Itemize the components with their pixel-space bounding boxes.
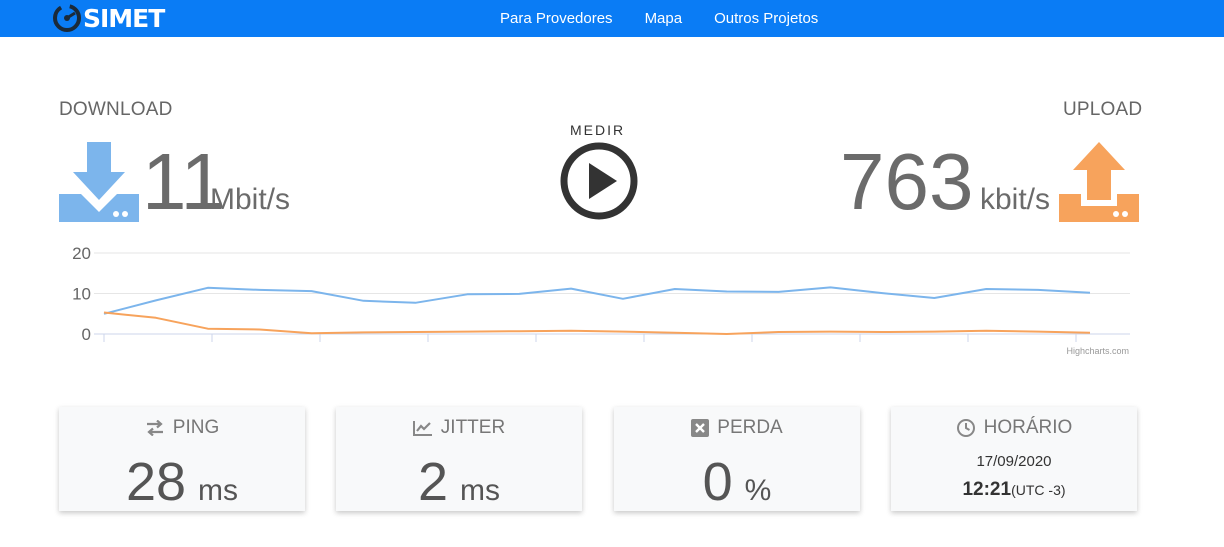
horario-label: HORÁRIO [983,417,1073,438]
y-tick-label: 20 [72,244,91,263]
y-tick-label: 10 [72,285,91,304]
jitter-value: 2 [417,452,449,512]
download-series-line [103,286,1091,315]
ping-value: 28 [125,452,187,512]
upload-unit: kbit/s [980,183,1051,216]
jitter-unit: ms [460,474,501,507]
upload-icon [1059,142,1139,222]
perda-unit: % [744,474,772,507]
play-button[interactable] [559,141,639,221]
download-label: DOWNLOAD [59,99,173,120]
clock-icon [956,419,975,437]
download-unit: Mbit/s [210,183,291,216]
chart-credit[interactable]: Highcharts.com [1066,346,1129,356]
nav-link-outros-projetos[interactable]: Outros Projetos [714,10,818,27]
horario-time: 12:21 [962,479,1012,500]
upload-label: UPLOAD [1063,99,1143,120]
nav-link-para-provedores[interactable]: Para Provedores [500,10,613,27]
measure-label: MEDIR [570,122,626,138]
ping-unit: ms [198,474,239,507]
ping-label: PING [172,417,220,438]
perda-label: PERDA [717,417,783,438]
perda-card: PERDA 0% [614,407,860,512]
jitter-card: JITTER 2 ms [336,407,582,512]
y-tick-label: 0 [82,325,91,344]
jitter-label: JITTER [440,417,506,438]
close-box-icon [691,419,710,437]
top-navbar: SIMET Para Provedores Mapa Outros Projet… [0,0,1224,37]
upload-value: 763 [840,137,974,226]
ping-card: PING 28 ms [59,407,305,512]
simet-logo[interactable]: SIMET [52,3,165,33]
nav-link-mapa[interactable]: Mapa [645,10,683,27]
download-icon [59,142,139,222]
nav-links: Para Provedores Mapa Outros Projetos [500,0,850,37]
horario-date: 17/09/2020 [976,453,1052,470]
horario-card: HORÁRIO 17/09/2020 12:21(UTC -3) [891,407,1137,511]
line-chart-icon [412,421,432,436]
upload-series-line [103,311,1091,335]
speed-chart: 20 10 0 Highcharts.com [72,244,1130,356]
speedometer-icon [53,4,81,32]
logo-text: SIMET [83,3,165,33]
horario-timezone: (UTC -3) [1011,482,1066,498]
perda-value: 0 [702,452,733,512]
exchange-arrows-icon [146,420,163,436]
